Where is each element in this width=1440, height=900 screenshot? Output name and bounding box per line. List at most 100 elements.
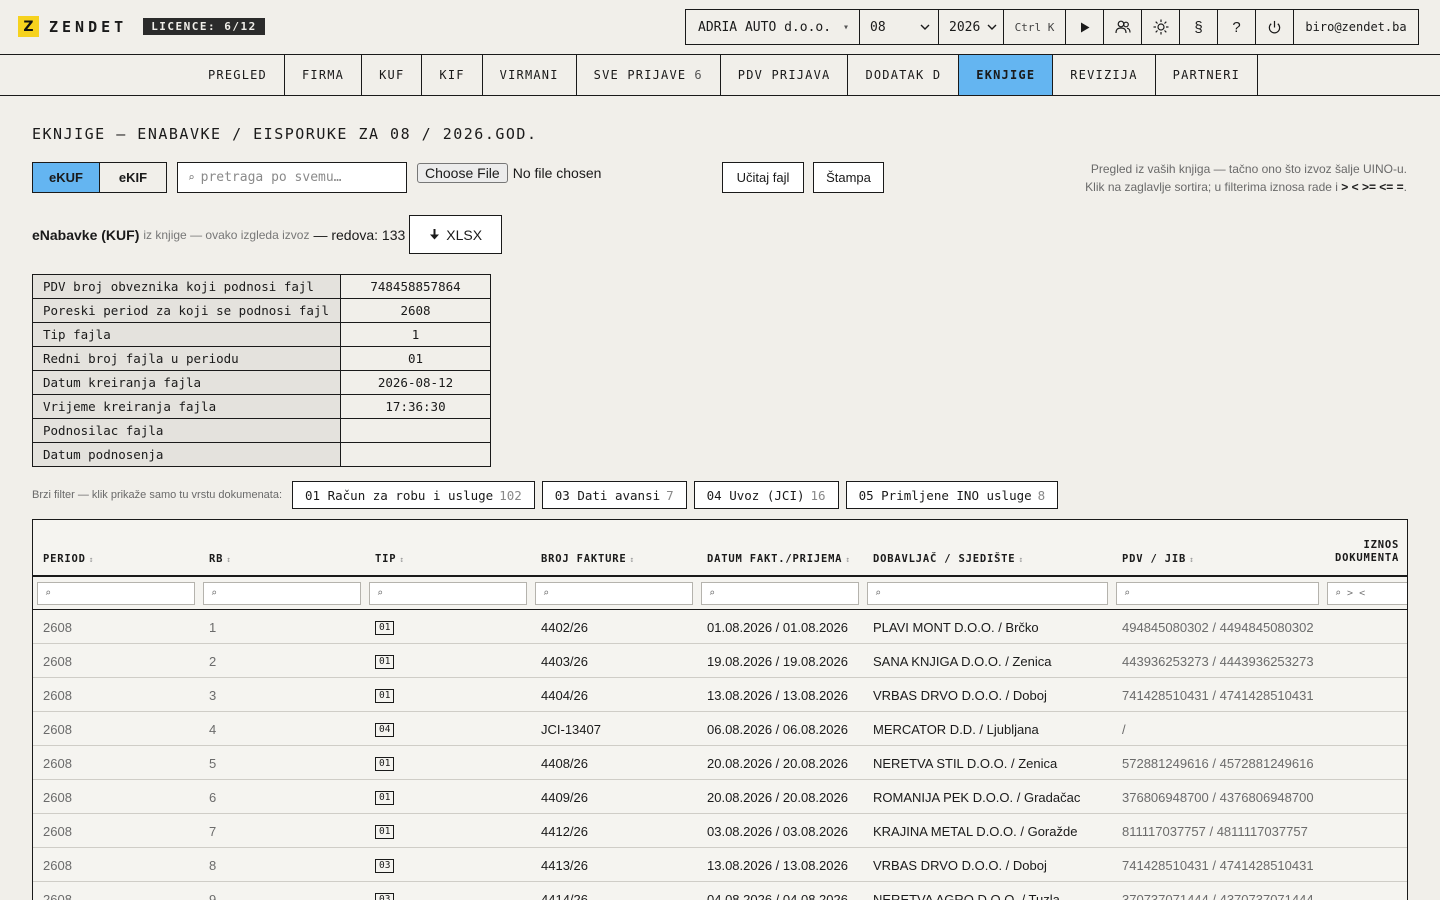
- tab-label: KUF: [379, 68, 405, 82]
- sort-icon: ↕: [399, 555, 405, 564]
- doc-type-badge: 04: [375, 723, 395, 737]
- tab-pregled[interactable]: PREGLED: [191, 55, 285, 95]
- tab-label: PDV PRIJAVA: [737, 68, 831, 82]
- company-select[interactable]: ADRIA AUTO d.o.o. ▾: [686, 10, 860, 44]
- column-filter-input[interactable]: ⌕: [867, 582, 1108, 605]
- cell-broj: 4413/26: [541, 857, 588, 873]
- meta-label: Vrijeme kreiranja fajla: [32, 394, 341, 419]
- column-filter-input[interactable]: ⌕: [203, 582, 361, 605]
- month-select-value: 08: [870, 19, 886, 35]
- column-header-label: IZNOS F: [1363, 539, 1407, 551]
- cell-broj: 4414/26: [541, 891, 588, 900]
- cell-period: 2608: [43, 789, 72, 805]
- tab-label: EKNJIGE: [976, 68, 1036, 82]
- tab-label: FIRMA: [301, 68, 345, 82]
- column-header-label: BROJ FAKTURE: [541, 553, 627, 565]
- cell-rb: 3: [209, 687, 217, 703]
- users-button[interactable]: [1104, 10, 1142, 44]
- print-button[interactable]: Štampa: [813, 162, 884, 193]
- month-select[interactable]: 08: [860, 10, 939, 44]
- tab-virmani[interactable]: VIRMANI: [483, 55, 577, 95]
- cell-datum: 20.08.2026 / 20.08.2026: [707, 789, 848, 805]
- meta-row: Datum kreiranja fajla 2026-08-12: [32, 370, 491, 395]
- command-palette-button[interactable]: Ctrl K: [1004, 10, 1066, 44]
- table-row[interactable]: 2608 3 01 4404/26 13.08.2026 / 13.08.2026 VRB…: [33, 678, 1407, 712]
- cell-period: 2608: [43, 891, 72, 900]
- app-logo[interactable]: Z ZENDET LICENCE: 6/12: [18, 16, 265, 37]
- column-filter-input[interactable]: ⌕: [37, 582, 195, 605]
- meta-row: Podnosilac fajla: [32, 418, 491, 443]
- tab-label: VIRMANI: [499, 68, 559, 82]
- tab-ekuf[interactable]: eKUF: [33, 163, 100, 192]
- column-header[interactable]: RB ↕: [209, 553, 232, 565]
- cell-broj: 4408/26: [541, 755, 588, 771]
- column-header[interactable]: TIP ↕: [375, 553, 405, 565]
- logout-button[interactable]: [1256, 10, 1294, 44]
- filter-chip[interactable]: 05 Primljene INO usluge 8: [845, 481, 1059, 509]
- tab-revizija[interactable]: REVIZIJA: [1053, 55, 1156, 95]
- tab-count-badge: 6: [694, 68, 703, 82]
- user-account[interactable]: biro@zendet.ba: [1294, 10, 1418, 44]
- column-header[interactable]: PERIOD ↕: [43, 553, 94, 565]
- column-filter-input[interactable]: ⌕: [701, 582, 859, 605]
- tab-eknjige[interactable]: EKNJIGE: [959, 55, 1054, 95]
- export-xlsx-button[interactable]: XLSX: [409, 215, 503, 254]
- table-row[interactable]: 2608 2 01 4403/26 19.08.2026 / 19.08.2026 SAN…: [33, 644, 1407, 678]
- meta-value: 01: [340, 346, 491, 371]
- column-header-label: PERIOD: [43, 553, 86, 565]
- cell-tip: 01: [375, 814, 395, 848]
- tab-label: SVE PRIJAVE: [593, 68, 687, 82]
- sort-icon: ↕: [629, 555, 636, 564]
- grid-filter-row: ⌕ ⌕ ⌕ ⌕ ⌕ ⌕ ⌕ ⌕ > <: [33, 577, 1407, 610]
- year-select[interactable]: 2026: [939, 10, 1004, 44]
- column-filter-input[interactable]: ⌕: [1116, 582, 1319, 605]
- amount-filter-input[interactable]: ⌕ > <: [1327, 582, 1407, 605]
- app-name: ZENDET: [49, 17, 128, 36]
- doc-type-badge: 01: [375, 791, 395, 805]
- column-filter-input[interactable]: ⌕: [535, 582, 693, 605]
- column-header[interactable]: DATUM FAKT./PRIJEMA ↕: [707, 553, 851, 565]
- table-row[interactable]: 2608 1 01 4402/26 01.08.2026 / 01.08.2026 PLA…: [33, 610, 1407, 644]
- page-title: EKNJIGE — ENABAVKE / EISPORUKE ZA 08 / 2…: [32, 125, 538, 143]
- filter-chip[interactable]: 04 Uvoz (JCI) 16: [693, 481, 839, 509]
- choose-file-button[interactable]: Choose File: [417, 163, 508, 183]
- cell-pdv: 572881249616 / 4572881249616: [1122, 755, 1314, 771]
- grid-header: PERIOD ↕ RB ↕ TIP ↕ BROJ FAKTURE ↕ DATUM FAKT./P…: [33, 520, 1407, 577]
- sort-icon: ↕: [1018, 555, 1025, 564]
- table-row[interactable]: 2608 7 01 4412/26 03.08.2026 / 03.08.2026 KRA…: [33, 814, 1407, 848]
- table-row[interactable]: 2608 8 03 4413/26 13.08.2026 / 13.08.2026 VRB…: [33, 848, 1407, 882]
- run-button[interactable]: [1066, 10, 1104, 44]
- theme-button[interactable]: [1142, 10, 1180, 44]
- help-button[interactable]: ?: [1218, 10, 1256, 44]
- filter-chip[interactable]: 03 Dati avansi 7: [541, 481, 687, 509]
- tab-kuf[interactable]: KUF: [362, 55, 423, 95]
- table-row[interactable]: 2608 6 01 4409/26 20.08.2026 / 20.08.2026 ROM…: [33, 780, 1407, 814]
- load-file-button[interactable]: Učitaj fajl: [722, 162, 804, 193]
- tab-sve-prijave[interactable]: SVE PRIJAVE 6: [577, 55, 721, 95]
- file-picker: Choose File No file chosen: [417, 163, 601, 183]
- column-header[interactable]: BROJ FAKTURE ↕: [541, 553, 635, 565]
- tab-label: PREGLED: [208, 68, 267, 82]
- tab-firma[interactable]: FIRMA: [285, 55, 363, 95]
- tab-kif[interactable]: KIF: [422, 55, 483, 95]
- search-input[interactable]: ⌕ pretraga po svemu…: [177, 162, 407, 193]
- cell-period: 2608: [43, 721, 72, 737]
- tab-ekif[interactable]: eKIF: [100, 163, 166, 192]
- table-row[interactable]: 2608 9 03 4414/26 04.08.2026 / 04.08.2026 NER…: [33, 882, 1407, 900]
- table-row[interactable]: 2608 4 04 JCI-13407 06.08.2026 / 06.08.2026 M…: [33, 712, 1407, 746]
- column-filter-input[interactable]: ⌕: [369, 582, 527, 605]
- tab-pdv-prijava[interactable]: PDV PRIJAVA: [721, 55, 849, 95]
- column-header[interactable]: DOBAVLJAČ / SJEDIŠTE ↕: [873, 553, 1024, 565]
- help-note-line2: Klik na zaglavlje sortira; u filterima i…: [1085, 180, 1407, 194]
- column-header[interactable]: PDV / JIB ↕: [1122, 553, 1195, 565]
- filter-chip[interactable]: 01 Račun za robu i usluge 102: [292, 481, 535, 509]
- cell-broj: JCI-13407: [541, 721, 601, 737]
- law-button[interactable]: §: [1180, 10, 1218, 44]
- meta-row: Poreski period za koji se podnosi fajl 26…: [32, 298, 491, 323]
- filter-operators: > < >= <= =: [1341, 180, 1404, 194]
- cell-tip: 01: [375, 644, 395, 678]
- tab-partneri[interactable]: PARTNERI: [1156, 55, 1259, 95]
- column-header-amount[interactable]: IZNOS FDOKUMENTA I: [1335, 539, 1407, 565]
- tab-dodatak-d[interactable]: DODATAK D: [848, 55, 960, 95]
- table-row[interactable]: 2608 5 01 4408/26 20.08.2026 / 20.08.2026 NER…: [33, 746, 1407, 780]
